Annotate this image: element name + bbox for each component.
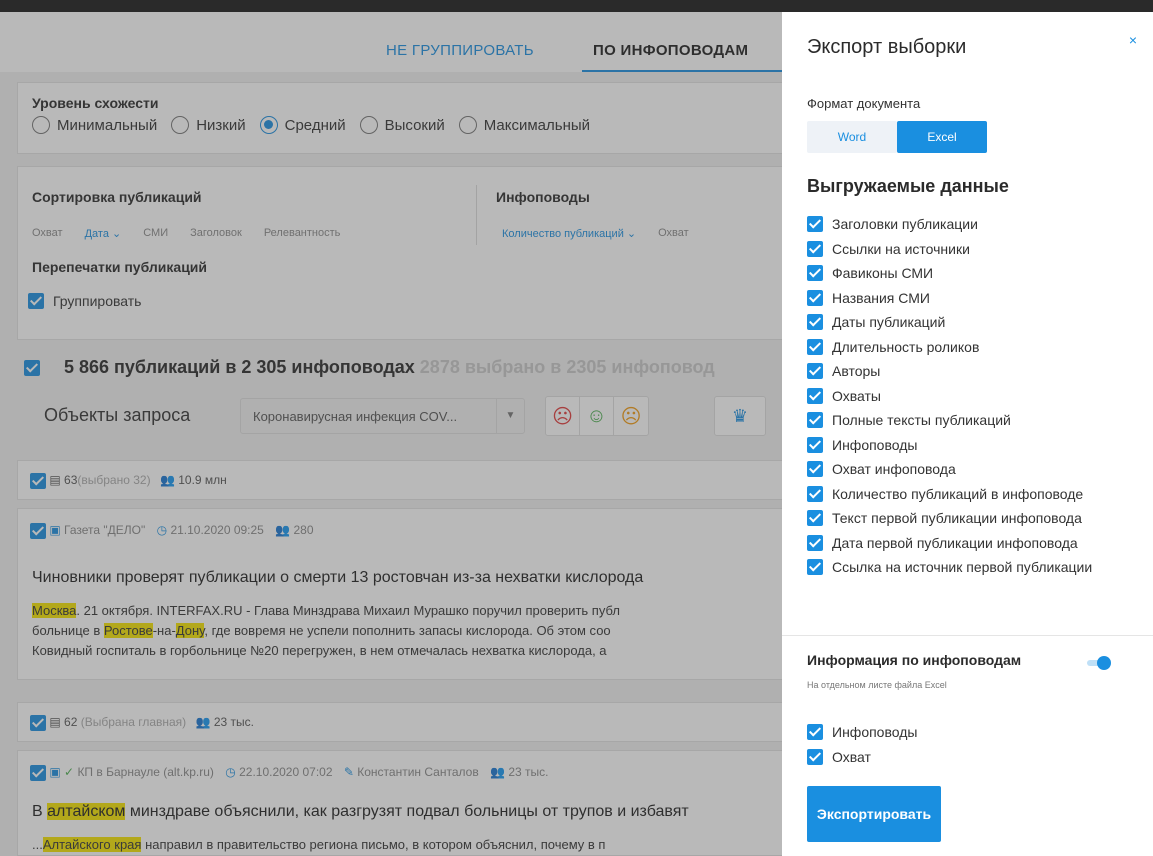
export-option[interactable]: Текст первой публикации инфоповода (807, 506, 1092, 531)
export-option[interactable]: Ссылки на источники (807, 237, 1092, 262)
info-section-title: Информация по инфоповодам (807, 652, 1022, 668)
option-checkbox[interactable] (807, 724, 823, 741)
info-options-list: Инфоповоды Охват (807, 720, 917, 769)
info-toggle[interactable] (1087, 656, 1111, 670)
option-label: Ссылки на источники (832, 240, 970, 257)
toggle-knob (1097, 656, 1111, 670)
option-checkbox[interactable] (807, 461, 823, 478)
option-label: Заголовки публикации (832, 216, 978, 233)
export-option[interactable]: Количество публикаций в инфоповоде (807, 482, 1092, 507)
option-label: Охват инфоповода (832, 461, 956, 478)
info-option[interactable]: Инфоповоды (807, 720, 917, 745)
export-option[interactable]: Фавиконы СМИ (807, 261, 1092, 286)
export-option[interactable]: Охваты (807, 384, 1092, 409)
option-checkbox[interactable] (807, 436, 823, 453)
close-icon[interactable]: × (1129, 32, 1137, 48)
export-option[interactable]: Авторы (807, 359, 1092, 384)
option-label: Количество публикаций в инфоповоде (832, 485, 1084, 502)
export-panel: Экспорт выборки × Формат документа Word … (782, 12, 1153, 856)
info-section-subtitle: На отдельном листе файла Excel (807, 680, 947, 690)
option-label: Текст первой публикации инфоповода (832, 510, 1082, 527)
option-checkbox[interactable] (807, 363, 823, 380)
option-checkbox[interactable] (807, 387, 823, 404)
export-option[interactable]: Заголовки публикации (807, 212, 1092, 237)
option-label: Дата первой публикации инфоповода (832, 534, 1078, 551)
info-option[interactable]: Охват (807, 745, 917, 770)
option-checkbox[interactable] (807, 289, 823, 306)
option-checkbox[interactable] (807, 314, 823, 331)
format-switch: Word Excel (807, 121, 987, 153)
option-checkbox[interactable] (807, 216, 823, 233)
option-checkbox[interactable] (807, 240, 823, 257)
export-option[interactable]: Ссылка на источник первой публикации (807, 555, 1092, 580)
option-label: Фавиконы СМИ (832, 265, 934, 282)
format-excel-button[interactable]: Excel (897, 121, 987, 153)
option-checkbox[interactable] (807, 485, 823, 502)
option-label: Охват (832, 748, 871, 765)
option-checkbox[interactable] (807, 748, 823, 765)
option-label: Даты публикаций (832, 314, 946, 331)
panel-title: Экспорт выборки (807, 36, 967, 58)
panel-divider (782, 635, 1153, 636)
export-option[interactable]: Инфоповоды (807, 433, 1092, 458)
option-label: Охваты (832, 387, 881, 404)
export-option[interactable]: Названия СМИ (807, 286, 1092, 311)
option-label: Названия СМИ (832, 289, 930, 306)
option-checkbox[interactable] (807, 534, 823, 551)
option-label: Инфоповоды (832, 724, 918, 741)
format-word-button[interactable]: Word (807, 121, 897, 153)
export-options-list: Заголовки публикации Ссылки на источники… (807, 212, 1092, 580)
export-option[interactable]: Длительность роликов (807, 335, 1092, 360)
option-label: Полные тексты публикаций (832, 412, 1011, 429)
export-option[interactable]: Даты публикаций (807, 310, 1092, 335)
option-checkbox[interactable] (807, 265, 823, 282)
option-label: Длительность роликов (832, 338, 980, 355)
export-option[interactable]: Полные тексты публикаций (807, 408, 1092, 433)
option-checkbox[interactable] (807, 559, 823, 576)
export-button[interactable]: Экспортировать (807, 786, 941, 842)
option-checkbox[interactable] (807, 338, 823, 355)
export-option[interactable]: Охват инфоповода (807, 457, 1092, 482)
option-label: Авторы (832, 363, 881, 380)
option-label: Ссылка на источник первой публикации (832, 559, 1093, 576)
option-checkbox[interactable] (807, 412, 823, 429)
format-label: Формат документа (807, 96, 921, 111)
option-checkbox[interactable] (807, 510, 823, 527)
export-data-title: Выгружаемые данные (807, 176, 1009, 196)
option-label: Инфоповоды (832, 436, 918, 453)
top-bar (0, 0, 1153, 12)
export-option[interactable]: Дата первой публикации инфоповода (807, 531, 1092, 556)
